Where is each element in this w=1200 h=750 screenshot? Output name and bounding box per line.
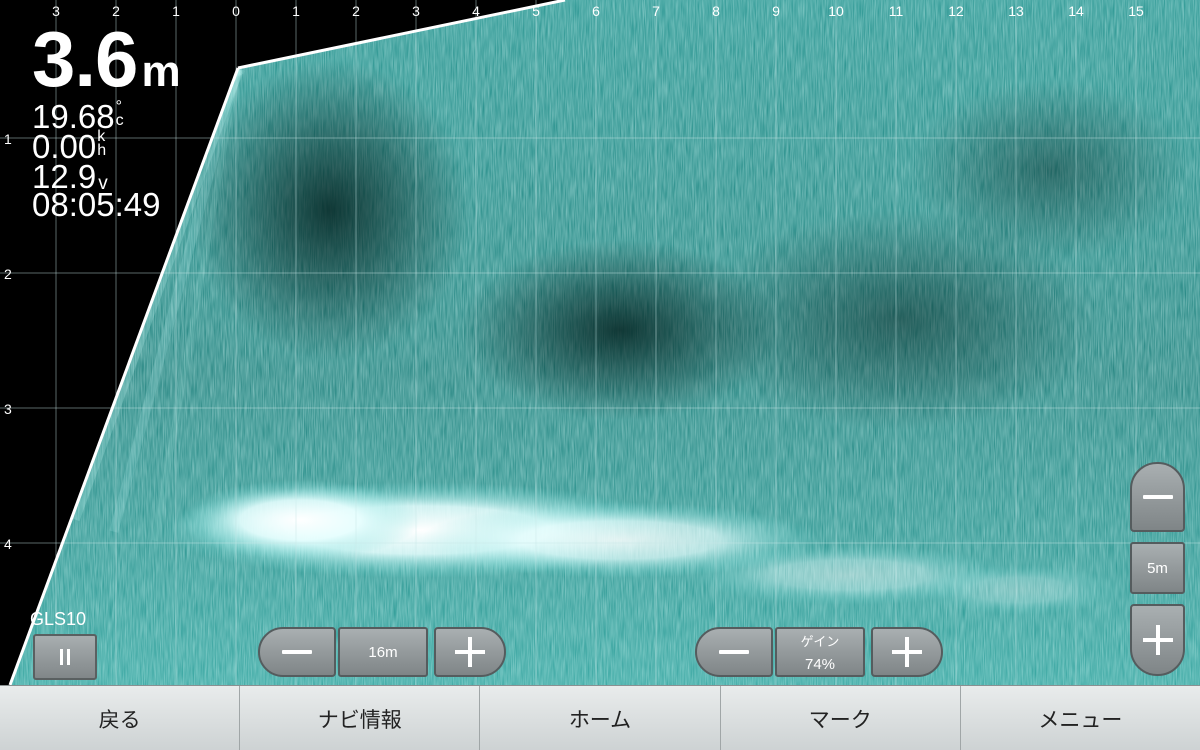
gain-minus-button[interactable] [695, 627, 773, 677]
x-tick-label: 9 [772, 3, 780, 19]
gain-percent: 74% [804, 656, 836, 673]
home-button[interactable]: ホーム [480, 686, 721, 750]
range-plus-button[interactable] [434, 627, 506, 677]
range-minus-button[interactable] [258, 627, 336, 677]
x-tick-label: 14 [1068, 3, 1084, 19]
y-tick-label: 3 [4, 401, 12, 417]
zoom-out-button[interactable] [1130, 462, 1185, 532]
back-button[interactable]: 戻る [0, 686, 241, 750]
zoom-in-button[interactable] [1130, 604, 1185, 676]
x-tick-label: 8 [712, 3, 720, 19]
clock: 08:05:49 [32, 186, 161, 223]
x-tick-label: 1 [292, 3, 300, 19]
bottom-nav-bar: 戻る ナビ情報 ホーム マーク メニュー [0, 685, 1200, 750]
gain-value: ゲイン 74% [775, 627, 865, 677]
minus-icon [719, 650, 749, 654]
minus-icon [1142, 495, 1173, 499]
pause-icon [60, 649, 70, 665]
temperature-unit: °c [115, 98, 124, 130]
x-tick-label: 11 [889, 3, 904, 19]
x-tick-label: 2 [352, 3, 360, 19]
minus-icon [282, 650, 312, 654]
y-tick-label: 4 [4, 536, 12, 552]
y-tick-label: 1 [4, 131, 12, 147]
x-tick-label: 6 [592, 3, 600, 19]
transducer-label: GLS10 [30, 609, 87, 629]
gain-plus-button[interactable] [871, 627, 943, 677]
x-tick-label: 13 [1008, 3, 1024, 19]
plus-icon [455, 637, 485, 667]
x-tick-label: 10 [828, 3, 844, 19]
x-tick-label: 1 [172, 3, 180, 19]
range-value-label: 16m [368, 643, 398, 661]
pause-button[interactable] [33, 634, 97, 680]
navi-info-button[interactable]: ナビ情報 [240, 686, 481, 750]
plus-icon [1142, 625, 1173, 655]
speed-unit: kh [97, 128, 107, 160]
plus-icon [892, 637, 922, 667]
x-tick-label: 4 [472, 3, 480, 19]
gain-label: ゲイン [800, 634, 840, 649]
x-tick-label: 3 [412, 3, 420, 19]
menu-button[interactable]: メニュー [961, 686, 1200, 750]
depth-unit: m [141, 47, 180, 96]
sonar-display: 3 2 1 0 1 2 3 4 5 6 7 8 9 10 11 12 13 14 15 1234 [0, 0, 1200, 685]
x-tick-label: 7 [652, 3, 660, 19]
sonar-screen: 3 2 1 0 1 2 3 4 5 6 7 8 9 10 11 12 13 14 15 1234 3.6m 19.6… [0, 0, 1200, 750]
x-tick-label: 5 [532, 3, 540, 19]
x-tick-label: 15 [1128, 3, 1144, 19]
zoom-value: 5m [1130, 542, 1185, 594]
x-tick-label: 0 [232, 3, 240, 19]
depth-readout: 3.6m [32, 20, 181, 98]
depth-value: 3.6 [32, 15, 138, 103]
mark-button[interactable]: マーク [721, 686, 961, 750]
x-tick-label: 12 [948, 3, 964, 19]
y-tick-label: 2 [4, 266, 12, 282]
range-value: 16m [338, 627, 428, 677]
